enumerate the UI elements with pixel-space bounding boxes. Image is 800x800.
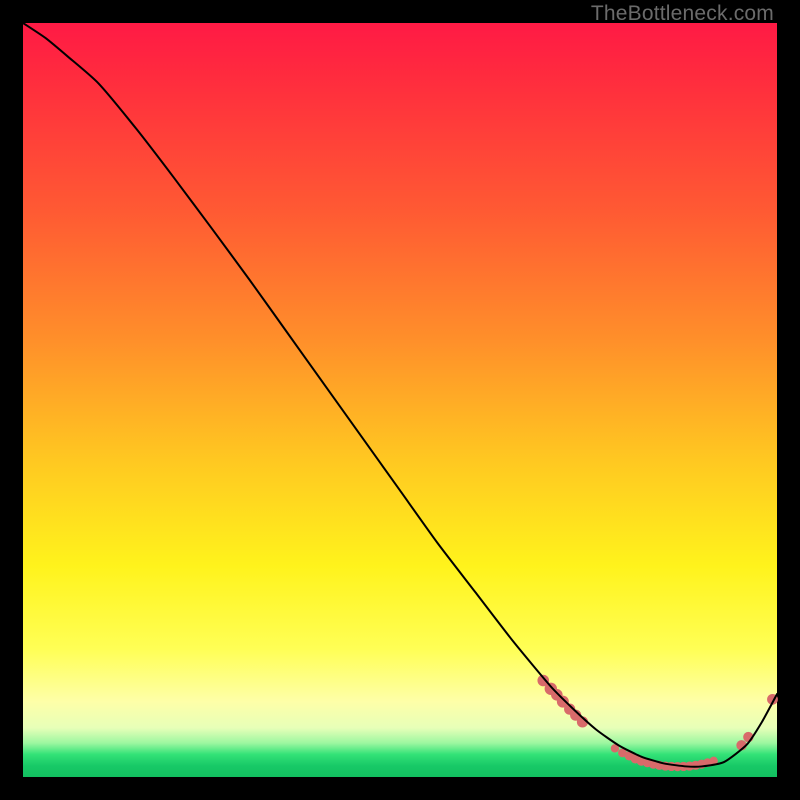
chart-frame: TheBottleneck.com	[0, 0, 800, 800]
marker-group	[537, 675, 777, 772]
bottleneck-curve	[23, 23, 777, 767]
plot-area	[23, 23, 777, 777]
chart-svg	[23, 23, 777, 777]
